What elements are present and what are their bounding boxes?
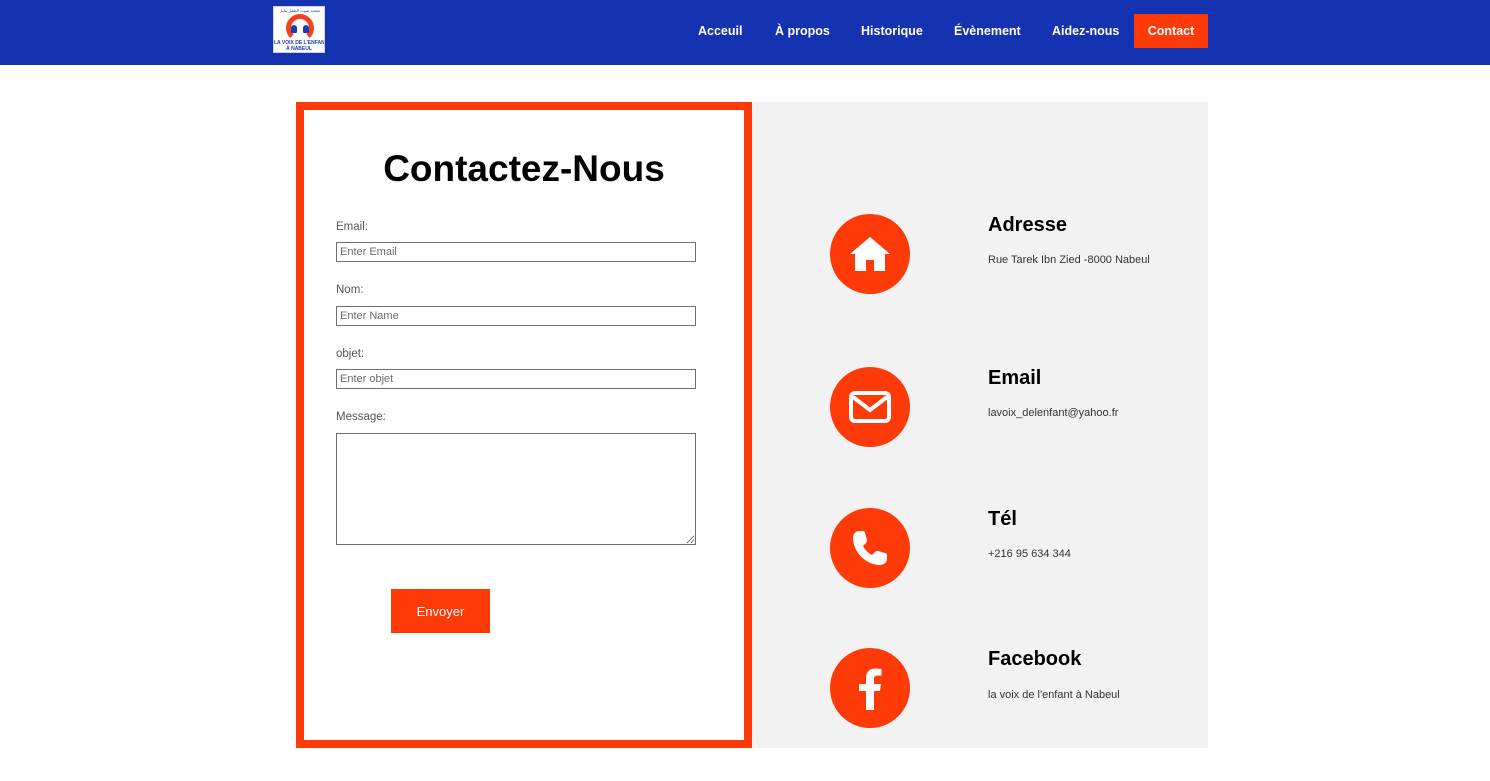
info-item-phone: Tél +216 95 634 344 [752,508,1208,588]
message-label: Message: [336,411,386,423]
nav-item-evenement[interactable]: Évènement [954,24,1021,38]
contact-info-panel: Adresse Rue Tarek Ibn Zied -8000 Nabeul … [752,102,1208,748]
info-text-address: Rue Tarek Ibn Zied -8000 Nabeul [988,254,1150,266]
info-item-facebook: Facebook la voix de l'enfant à Nabeul [752,648,1208,728]
info-text-phone: +216 95 634 344 [988,548,1071,560]
home-icon [830,214,910,294]
nav-item-a-propos[interactable]: À propos [775,24,830,38]
nav-item-historique[interactable]: Historique [861,24,923,38]
info-item-email: Email lavoix_delenfant@yahoo.fr [752,367,1208,447]
info-title-facebook: Facebook [988,648,1082,670]
phone-icon[interactable] [830,508,910,588]
name-label: Nom: [336,284,364,296]
email-label: Email: [336,221,368,233]
info-item-address: Adresse Rue Tarek Ibn Zied -8000 Nabeul [752,214,1208,294]
info-text-facebook[interactable]: la voix de l'enfant à Nabeul [988,689,1120,701]
info-title-email: Email [988,367,1042,389]
page-title: Contactez-Nous [383,148,665,189]
name-field[interactable] [336,306,696,326]
info-text-email: lavoix_delenfant@yahoo.fr [988,407,1119,419]
email-field[interactable] [336,242,696,262]
site-header: جمعية صوت الطفل بنابل LA VOIX DE L'ENFAN… [0,0,1490,65]
contact-form-panel: Contactez-Nous Email: Nom: objet: Messag… [296,102,752,748]
site-logo[interactable]: جمعية صوت الطفل بنابل LA VOIX DE L'ENFAN… [273,6,325,53]
info-title-phone: Tél [988,508,1017,530]
subject-field[interactable] [336,369,696,389]
nav-item-acceuil[interactable]: Acceuil [698,24,742,38]
send-button[interactable]: Envoyer [391,589,490,633]
info-title-address: Adresse [988,214,1067,236]
logo-line-2: À NABEUL [286,46,312,52]
envelope-icon [830,367,910,447]
facebook-icon[interactable] [830,648,910,728]
logo-arabic-text: جمعية صوت الطفل بنابل [279,8,321,13]
nav-item-aidez-nous[interactable]: Aidez-nous [1052,24,1119,38]
nav-item-contact[interactable]: Contact [1134,14,1208,48]
message-field[interactable] [336,433,696,545]
logo-children-icon [291,25,309,33]
subject-label: objet: [336,348,365,360]
